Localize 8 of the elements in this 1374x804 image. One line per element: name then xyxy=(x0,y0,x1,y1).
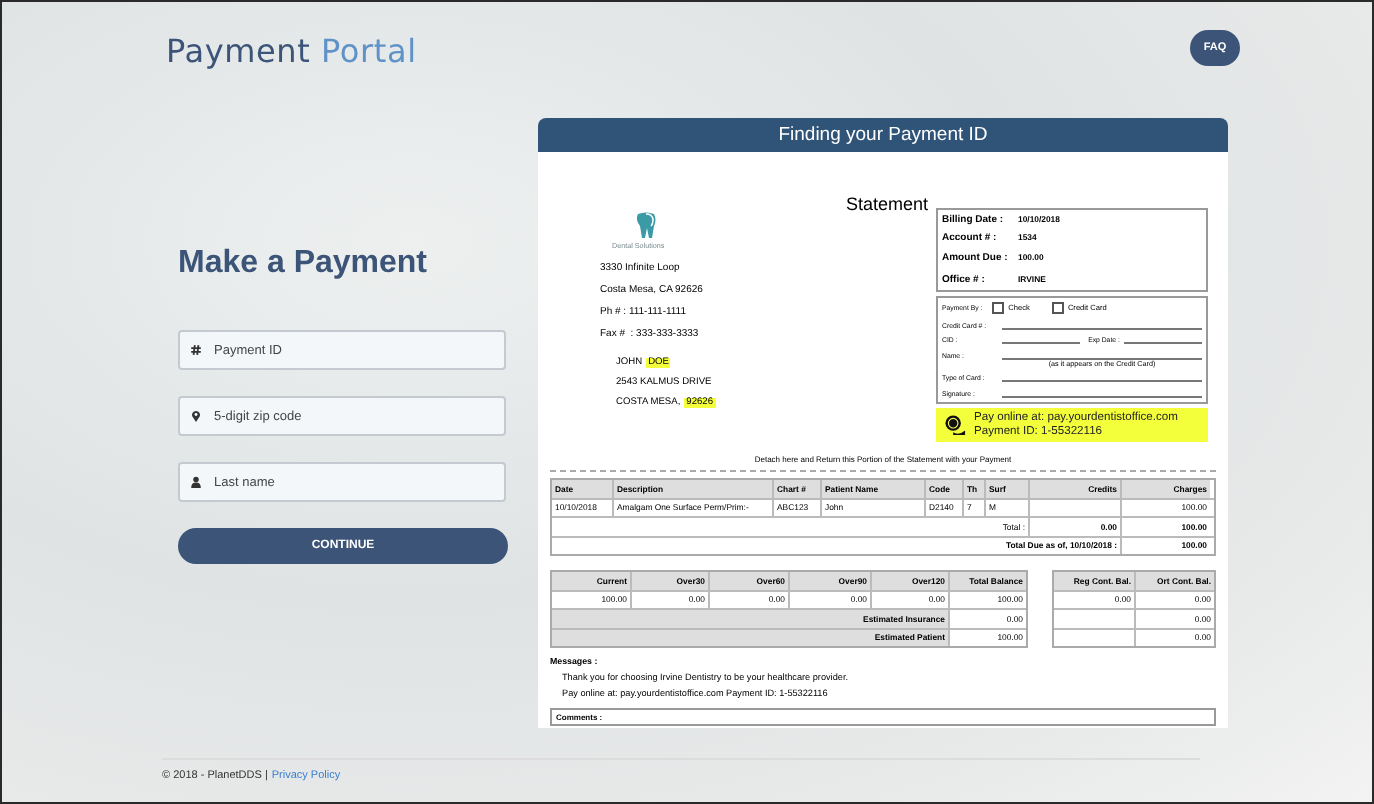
checkbox[interactable] xyxy=(1051,302,1064,314)
checkbox[interactable] xyxy=(992,302,1005,314)
hand-coin-icon xyxy=(944,414,966,436)
form-title: Make a Payment xyxy=(178,246,430,282)
tooth-logo-icon xyxy=(634,212,658,240)
panel-title: Finding your Payment ID xyxy=(778,124,988,146)
statement-title: Statement xyxy=(843,194,931,218)
logo-text: Payment Portal xyxy=(166,32,419,70)
